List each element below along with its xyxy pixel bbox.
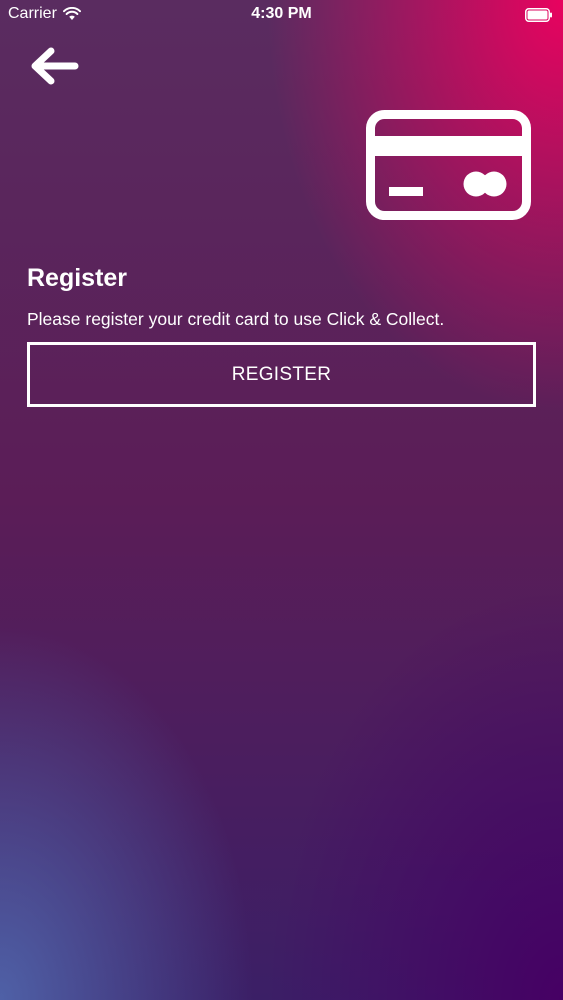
credit-card-icon — [366, 110, 531, 220]
back-button[interactable] — [26, 44, 82, 88]
battery-icon — [525, 8, 552, 22]
register-description: Please register your credit card to use … — [27, 309, 445, 329]
arrow-left-icon — [31, 47, 79, 85]
status-time: 4:30 PM — [251, 5, 312, 22]
register-title: Register — [27, 264, 128, 292]
screen: Carrier 4:30 PM Register Please register… — [0, 0, 563, 1000]
status-bar: Carrier 4:30 PM — [0, 0, 563, 30]
register-button[interactable]: REGISTER — [27, 342, 536, 407]
